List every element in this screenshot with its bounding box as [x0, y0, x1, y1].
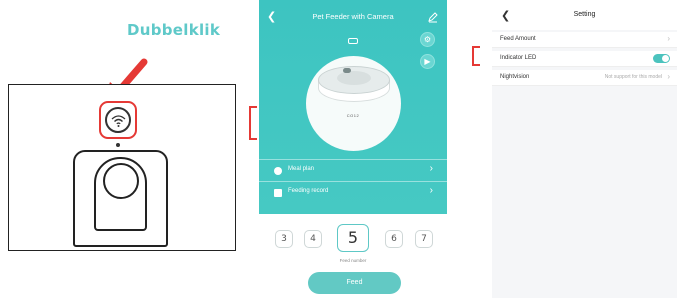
setting-row-indicator-led: Indicator LED — [492, 51, 677, 67]
indicator-dot — [116, 143, 120, 147]
setting-label: Nightvision — [500, 74, 530, 80]
highlight-bracket — [249, 106, 257, 140]
indicator-led-toggle[interactable] — [653, 54, 670, 63]
feed-number-label: Feed number — [339, 258, 367, 263]
feed-number-option[interactable]: 7 — [415, 230, 433, 248]
setting-value: Not support for this model — [604, 74, 662, 80]
chevron-right-icon: › — [429, 163, 433, 174]
menu-item-label: Feeding record — [288, 188, 329, 194]
feed-number-option[interactable]: 6 — [385, 230, 403, 248]
setting-row-nightvision[interactable]: Nightvision Not support for this model › — [492, 70, 677, 86]
device-model-label: CO12 — [346, 113, 360, 118]
feed-button[interactable]: Feed — [308, 272, 401, 294]
chevron-right-icon: › — [667, 34, 670, 43]
feed-number-selected[interactable]: 5 — [337, 224, 369, 252]
setting-label: Indicator LED — [500, 55, 537, 61]
settings-header: ❮ Setting — [492, 0, 677, 30]
feed-number-option[interactable]: 3 — [275, 230, 293, 248]
feeder-lid-circle — [103, 163, 139, 199]
feed-number-option[interactable]: 4 — [304, 230, 322, 248]
settings-title: Setting — [573, 11, 596, 18]
video-icon[interactable]: ▶ — [420, 54, 435, 69]
menu-item-label: Meal plan — [288, 166, 315, 172]
list-icon — [274, 189, 282, 197]
double-click-caption: Dubbelklik — [127, 21, 221, 39]
app-title: Pet Feeder with Camera — [312, 12, 394, 21]
menu-item-feeding-record[interactable]: Feeding record › — [259, 181, 447, 203]
chevron-right-icon: › — [429, 185, 433, 196]
camera-icon — [348, 38, 358, 44]
chevron-right-icon: › — [667, 72, 670, 81]
settings-gear-icon[interactable]: ⚙ — [420, 32, 435, 47]
settings-screen: ❮ Setting Feed Amount › Indicator LED Ni… — [492, 0, 677, 298]
menu-item-meal-plan[interactable]: Meal plan › — [259, 159, 447, 181]
feeder-app-header-panel: ❮ Pet Feeder with Camera ⚙ ▶ CO12 Meal p… — [259, 0, 447, 214]
highlight-bracket — [472, 46, 480, 66]
setting-row-feed-amount[interactable]: Feed Amount › — [492, 32, 677, 48]
clock-icon — [274, 167, 282, 175]
feed-number-picker[interactable]: 3 4 5 6 7 — [259, 224, 447, 254]
wifi-button[interactable] — [99, 101, 137, 139]
setting-label: Feed Amount — [500, 36, 536, 42]
wifi-icon — [111, 115, 126, 127]
feeder-app-screen: ❮ Pet Feeder with Camera ⚙ ▶ CO12 Meal p… — [259, 0, 447, 298]
pencil-icon[interactable] — [427, 11, 439, 23]
